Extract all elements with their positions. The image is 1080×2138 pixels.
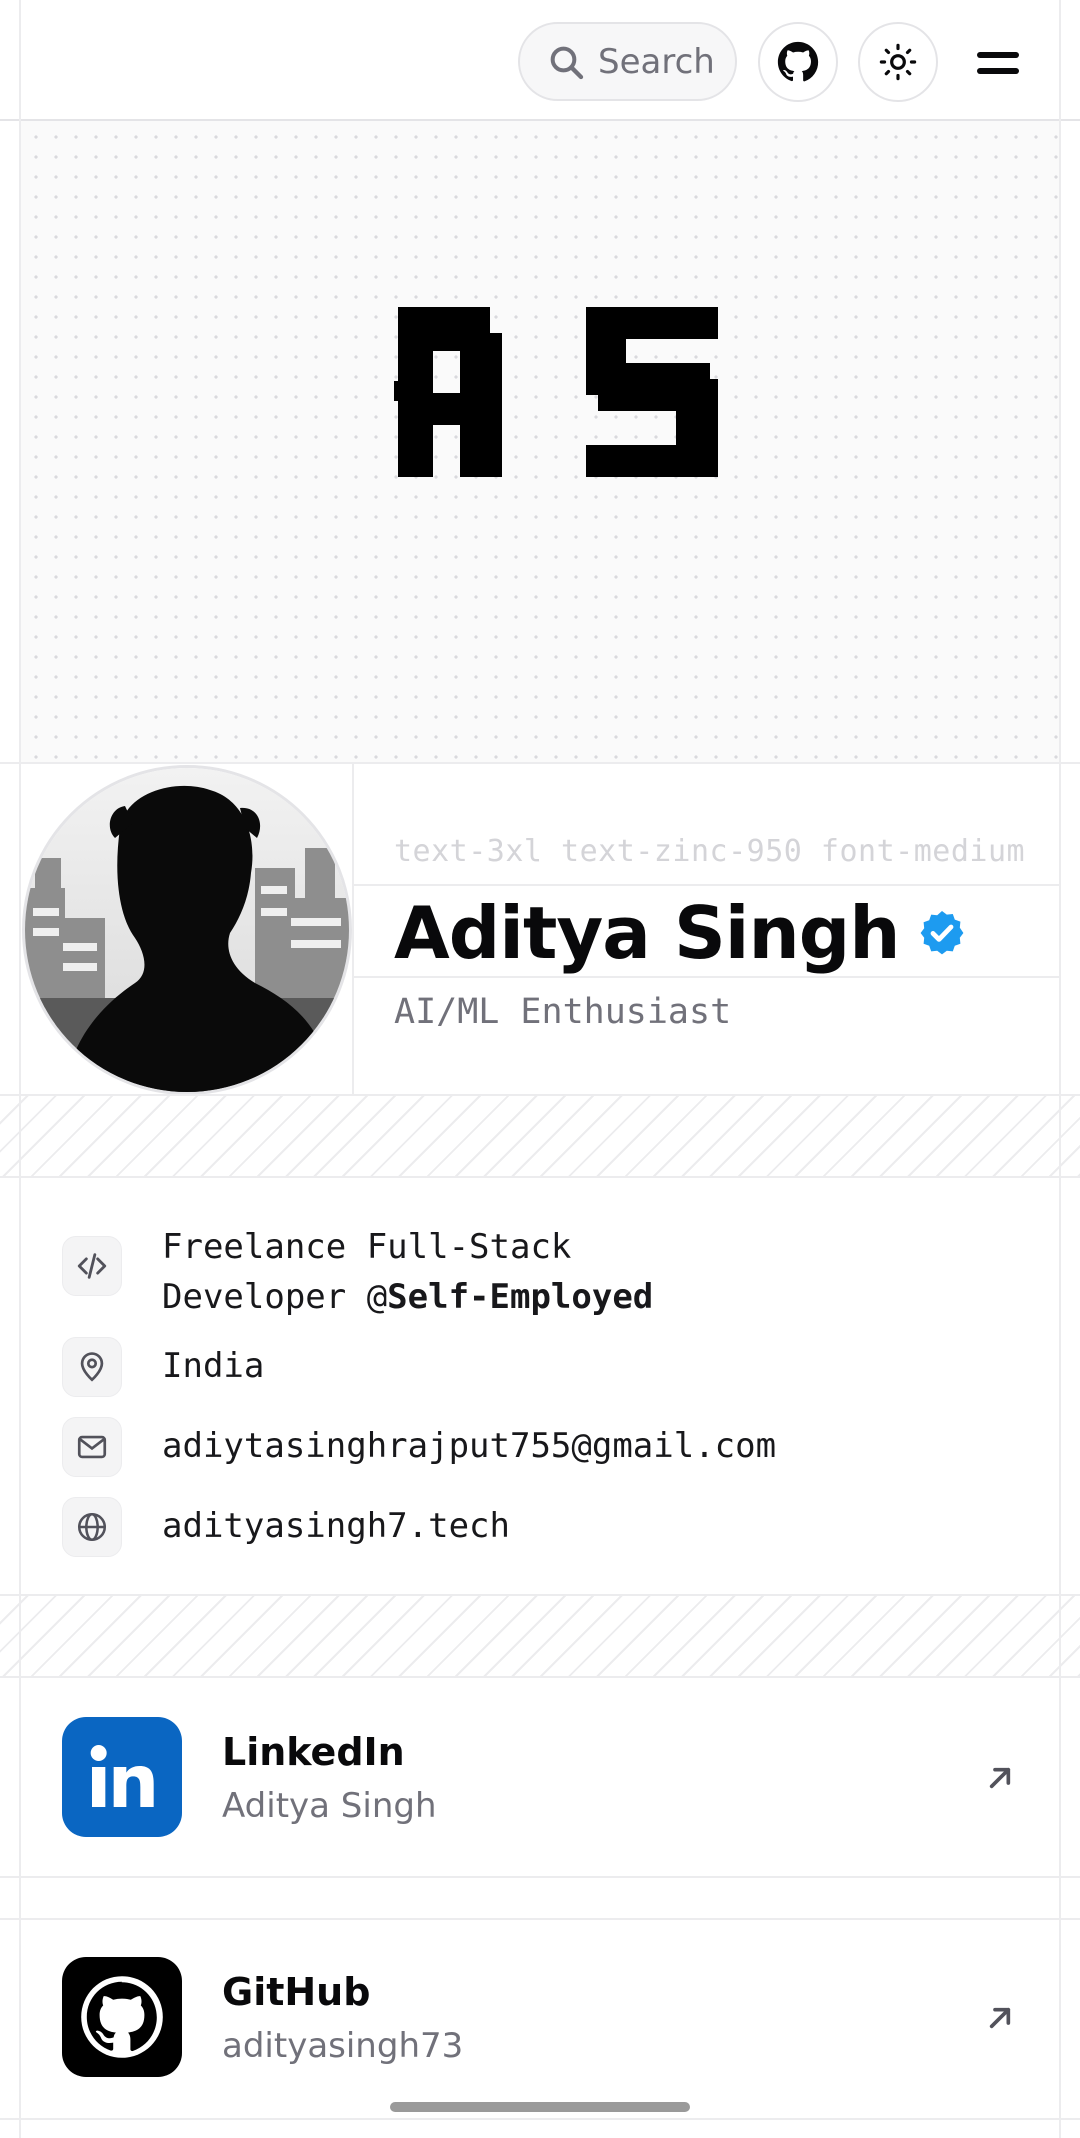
job-title-prefix: Developer @ bbox=[162, 1277, 388, 1317]
divider bbox=[354, 976, 1060, 978]
divider bbox=[0, 1918, 1080, 1920]
divider bbox=[0, 1876, 1080, 1878]
menu-button[interactable] bbox=[960, 38, 1036, 88]
github-link[interactable]: GitHub adityasingh73 bbox=[20, 1920, 1060, 2118]
job-info: Freelance Full-Stack Developer @Self-Emp… bbox=[62, 1227, 653, 1322]
divider bbox=[0, 1594, 1080, 1596]
linkedin-link[interactable]: LinkedIn Aditya Singh bbox=[20, 1678, 1060, 1876]
location-info: India bbox=[62, 1337, 264, 1397]
divider bbox=[0, 762, 1080, 764]
menu-icon-bar bbox=[977, 68, 1019, 74]
avatar-photo bbox=[25, 768, 349, 1092]
menu-icon bbox=[977, 52, 1019, 58]
search-label: Search bbox=[598, 41, 715, 82]
email-link[interactable]: adiytasinghrajput755@gmail.com bbox=[162, 1421, 776, 1471]
website-info: adityasingh7.tech bbox=[62, 1497, 510, 1557]
arrow-up-right-icon bbox=[989, 2007, 1011, 2029]
globe-icon bbox=[62, 1497, 122, 1557]
frame-line-right bbox=[1059, 0, 1061, 2138]
verified-badge-icon bbox=[920, 911, 963, 955]
top-navbar: Search bbox=[0, 0, 1080, 121]
github-icon bbox=[777, 41, 819, 82]
website-link[interactable]: adityasingh7.tech bbox=[162, 1501, 510, 1551]
name-row: Aditya Singh bbox=[394, 888, 966, 978]
striped-separator bbox=[0, 1096, 1080, 1176]
linkedin-title: LinkedIn bbox=[222, 1730, 405, 1774]
location-text: India bbox=[162, 1346, 265, 1386]
arrow-up-right-icon bbox=[989, 1767, 1011, 1789]
linkedin-icon bbox=[62, 1717, 182, 1837]
search-icon bbox=[550, 46, 584, 79]
home-indicator[interactable] bbox=[390, 2102, 690, 2112]
profile-banner: AS bbox=[20, 121, 1060, 762]
profile-divider bbox=[352, 762, 354, 1096]
code-icon bbox=[62, 1236, 122, 1296]
github-icon bbox=[62, 1957, 182, 2077]
divider bbox=[0, 1676, 1080, 1678]
profile-name: Aditya Singh bbox=[394, 891, 901, 975]
sun-icon bbox=[879, 43, 917, 81]
divider bbox=[0, 1176, 1080, 1178]
mail-icon bbox=[62, 1417, 122, 1477]
theme-toggle-button[interactable] bbox=[858, 22, 938, 102]
search-button[interactable]: Search bbox=[518, 22, 737, 101]
frame-line-left bbox=[19, 0, 21, 2138]
github-handle: adityasingh73 bbox=[222, 2026, 464, 2066]
divider bbox=[0, 2118, 1080, 2120]
profile-tagline: AI/ML Enthusiast bbox=[394, 992, 732, 1032]
striped-separator bbox=[0, 1596, 1080, 1676]
github-title: GitHub bbox=[222, 1970, 371, 2014]
avatar bbox=[22, 765, 352, 1095]
map-pin-icon bbox=[62, 1337, 122, 1397]
job-company: Self-Employed bbox=[387, 1277, 654, 1317]
job-title-line1: Freelance Full-Stack bbox=[162, 1227, 572, 1267]
monogram-logo: AS bbox=[394, 307, 718, 477]
class-hint-text: text-3xl text-zinc-950 font-medium bbox=[394, 834, 1026, 869]
github-button[interactable] bbox=[758, 22, 838, 102]
email-info: adiytasinghrajput755@gmail.com bbox=[62, 1417, 776, 1477]
job-title-line2: Developer @Self-Employed bbox=[162, 1272, 653, 1322]
linkedin-handle: Aditya Singh bbox=[222, 1786, 437, 1826]
divider bbox=[354, 884, 1060, 886]
divider bbox=[0, 1094, 1080, 1096]
